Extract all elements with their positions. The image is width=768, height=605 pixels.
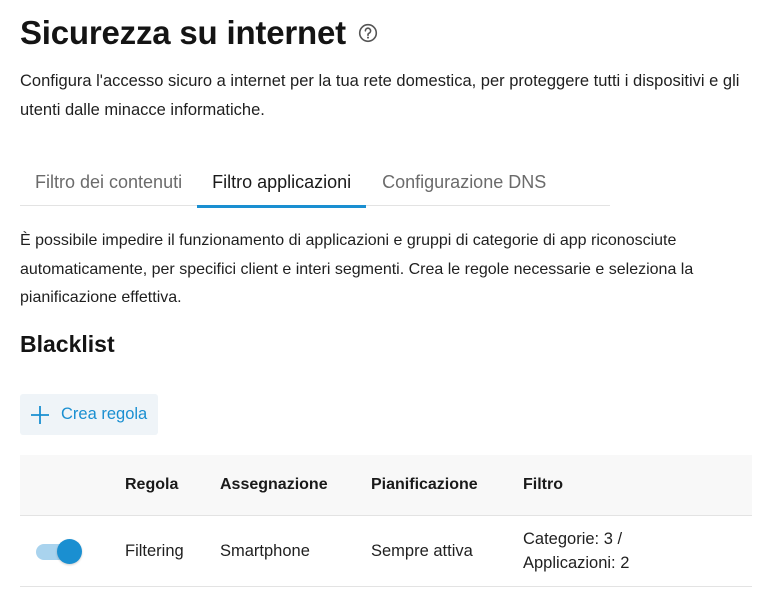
cell-filtro-line2: Applicazioni: 2	[523, 554, 630, 572]
create-rule-label: Crea regola	[61, 405, 148, 423]
question-circle-icon[interactable]	[358, 23, 378, 43]
cell-filtro-line1: Categorie: 3 /	[523, 530, 623, 548]
create-rule-button[interactable]: Crea regola	[20, 394, 159, 435]
cell-pianificazione: Sempre attiva	[371, 542, 473, 560]
intro-text: Configura l'accesso sicuro a internet pe…	[20, 72, 740, 119]
tab-filtro-contenuti[interactable]: Filtro dei contenuti	[20, 158, 197, 206]
toggle-cell	[34, 516, 84, 586]
page-title: Sicurezza su internet	[20, 14, 346, 51]
cell-regola: Filtering	[125, 542, 184, 560]
column-header-regola[interactable]: Regola	[125, 455, 178, 515]
tab-filtro-applicazioni[interactable]: Filtro applicazioni	[197, 158, 367, 208]
column-header-filtro[interactable]: Filtro	[523, 455, 563, 515]
rule-enabled-toggle[interactable]	[34, 539, 84, 564]
cell-filtro: Categorie: 3 / Applicazioni: 2	[523, 516, 629, 586]
blacklist-title: Blacklist	[20, 331, 115, 357]
toggle-knob	[57, 539, 82, 564]
section-description: È possibile impedire il funzionamento di…	[20, 232, 694, 306]
table-header: Regola Assegnazione Pianificazione Filtr…	[20, 455, 752, 516]
cell-assegnazione: Smartphone	[220, 542, 310, 560]
table-row[interactable]: Filtering Smartphone Sempre attiva Categ…	[20, 516, 752, 587]
column-header-assegnazione[interactable]: Assegnazione	[220, 455, 328, 515]
rules-table: Regola Assegnazione Pianificazione Filtr…	[20, 455, 752, 587]
tab-configurazione-dns[interactable]: Configurazione DNS	[366, 158, 561, 206]
plus-icon	[29, 404, 51, 426]
tab-bar: Filtro dei contenuti Filtro applicazioni…	[20, 158, 610, 208]
column-header-pianificazione[interactable]: Pianificazione	[371, 455, 478, 515]
title-row: Sicurezza su internet	[20, 14, 378, 52]
